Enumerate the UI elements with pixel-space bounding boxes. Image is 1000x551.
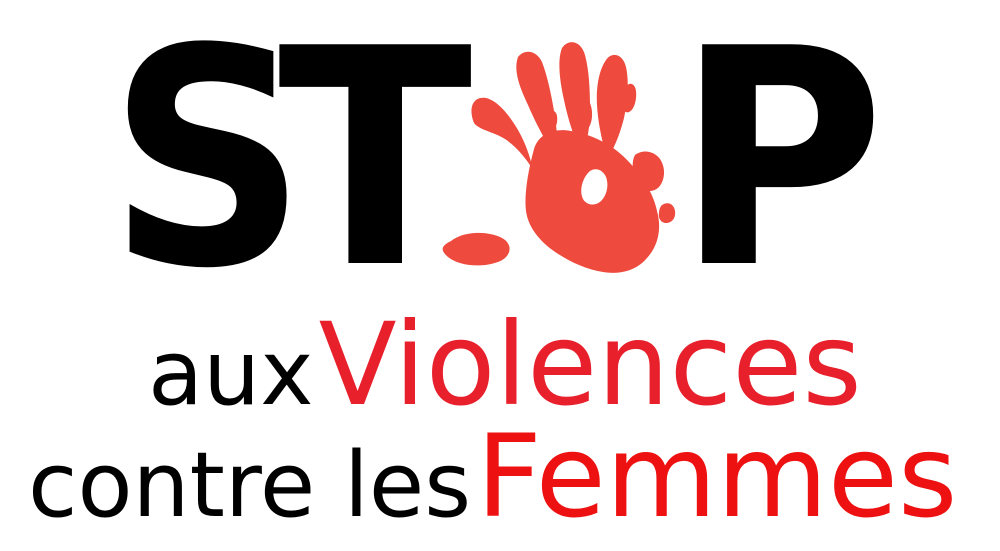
poster: S T P aux Violences contre les Femmes (0, 0, 1000, 551)
line-aux-violences: aux Violences (148, 308, 862, 422)
word-contre-les: contre les (28, 433, 472, 538)
red-handprint-icon (442, 42, 676, 273)
stop-headline: S T P (0, 0, 1000, 310)
word-aux: aux (148, 321, 314, 426)
word-femmes: Femmes (476, 410, 958, 543)
stop-letter-p: P (676, 0, 885, 334)
stop-letter-s: S (108, 0, 307, 334)
line-contre-les-femmes: contre les Femmes (28, 420, 957, 534)
